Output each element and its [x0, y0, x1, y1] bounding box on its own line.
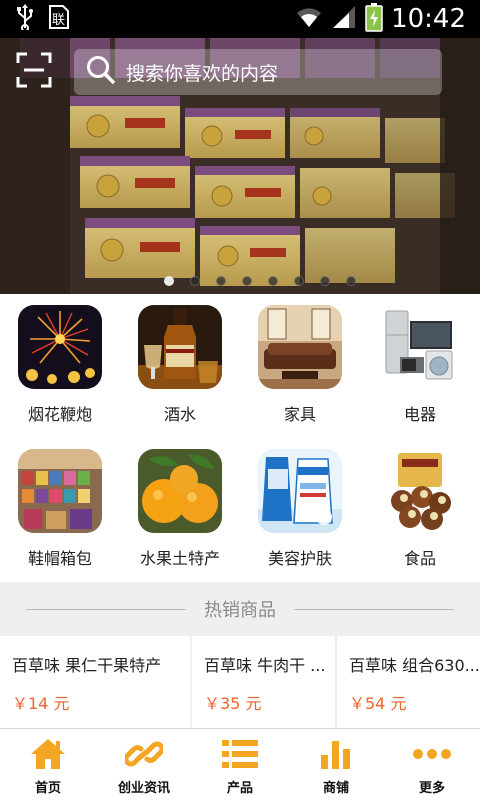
whisky-image: [138, 305, 222, 389]
category-label: 美容护肤: [267, 549, 332, 568]
search-placeholder: 搜索你喜欢的内容: [126, 62, 279, 85]
bottom-nav: 首页 创业资讯 产品 商铺 更多: [0, 728, 480, 800]
nav-label: 更多: [418, 781, 445, 796]
product-card[interactable]: 百草味 果仁干果特产 ￥14 元: [0, 636, 190, 728]
product-price: ￥35 元: [204, 694, 262, 713]
category-fruit[interactable]: 水果土特产: [120, 438, 240, 582]
signal-icon: [331, 5, 357, 33]
sim-card-icon: 联: [48, 4, 70, 34]
category-drinks[interactable]: 酒水: [120, 294, 240, 438]
appliances-image: [378, 305, 462, 389]
category-fireworks[interactable]: 烟花鞭炮: [0, 294, 120, 438]
nav-label: 商铺: [322, 781, 349, 796]
divider: [26, 608, 186, 610]
category-label: 酒水: [163, 405, 196, 424]
clock: 10:42: [391, 4, 466, 34]
product-card[interactable]: 百草味 牛肉干 ... ￥35 元: [192, 636, 335, 728]
carousel-indicators: [0, 276, 480, 286]
category-label: 鞋帽箱包: [27, 549, 92, 568]
category-beauty[interactable]: 美容护肤: [240, 438, 360, 582]
carousel-dot[interactable]: [294, 276, 304, 286]
nav-label: 首页: [34, 781, 61, 796]
nav-more[interactable]: 更多: [384, 729, 480, 800]
status-bar: 联 10:42: [0, 0, 480, 38]
fireworks-image: [18, 305, 102, 389]
product-list: 百草味 果仁干果特产 ￥14 元 百草味 牛肉干 ... ￥35 元 百草味 组…: [0, 636, 480, 728]
carousel-dot[interactable]: [190, 276, 200, 286]
nav-startup-news[interactable]: 创业资讯: [96, 729, 192, 800]
category-label: 水果土特产: [139, 549, 220, 568]
divider: [294, 608, 454, 610]
nuts-image: [378, 449, 462, 533]
wifi-icon: [295, 5, 323, 33]
carousel-dot[interactable]: [216, 276, 226, 286]
category-bags[interactable]: 鞋帽箱包: [0, 438, 120, 582]
carousel-dot[interactable]: [268, 276, 278, 286]
bags-shop-image: [18, 449, 102, 533]
category-label: 食品: [403, 549, 436, 568]
link-icon: [124, 735, 164, 773]
nav-shops[interactable]: 商铺: [288, 729, 384, 800]
category-furniture[interactable]: 家具: [240, 294, 360, 438]
more-dots-icon: [412, 735, 452, 773]
search-input[interactable]: 搜索你喜欢的内容: [74, 49, 442, 95]
category-label: 烟花鞭炮: [27, 405, 92, 424]
search-icon: [86, 55, 116, 89]
product-name: 百草味 果仁干果特产: [12, 656, 162, 675]
list-icon: [220, 735, 260, 773]
usb-icon: [16, 4, 34, 34]
hot-products-header: 热销商品: [0, 582, 480, 636]
category-grid: 烟花鞭炮 酒水 家具 电器 鞋帽箱包 水果土特产 美容护肤 食品: [0, 294, 480, 582]
carousel-dot[interactable]: [242, 276, 252, 286]
carousel-dot[interactable]: [164, 276, 174, 286]
section-title: 热销商品: [204, 600, 276, 621]
scan-icon: [16, 52, 52, 92]
nav-home[interactable]: 首页: [0, 729, 96, 800]
banner-carousel[interactable]: 搜索你喜欢的内容: [0, 38, 480, 294]
scan-button[interactable]: [14, 52, 54, 92]
furniture-image: [258, 305, 342, 389]
cleanser-image: [258, 449, 342, 533]
battery-charging-icon: [365, 2, 383, 36]
oranges-image: [138, 449, 222, 533]
category-appliances[interactable]: 电器: [360, 294, 480, 438]
category-label: 电器: [403, 405, 436, 424]
product-price: ￥54 元: [349, 694, 407, 713]
category-label: 家具: [283, 405, 316, 424]
nav-products[interactable]: 产品: [192, 729, 288, 800]
app-screen: 联 10:42 搜索你喜欢的内容 烟花鞭炮 酒水 家具 电器 鞋帽箱包 水果土特…: [0, 0, 480, 800]
nav-label: 产品: [226, 781, 253, 796]
product-card[interactable]: 百草味 组合630... ￥54 元: [337, 636, 480, 728]
category-food[interactable]: 食品: [360, 438, 480, 582]
product-name: 百草味 牛肉干 ...: [204, 656, 326, 675]
carousel-dot[interactable]: [346, 276, 356, 286]
home-icon: [28, 735, 68, 773]
product-name: 百草味 组合630...: [349, 656, 480, 675]
product-price: ￥14 元: [12, 694, 70, 713]
svg-text:联: 联: [52, 13, 65, 28]
carousel-dot[interactable]: [320, 276, 330, 286]
nav-label: 创业资讯: [117, 781, 170, 796]
search-bar: 搜索你喜欢的内容: [0, 48, 480, 96]
bar-chart-icon: [316, 735, 356, 773]
